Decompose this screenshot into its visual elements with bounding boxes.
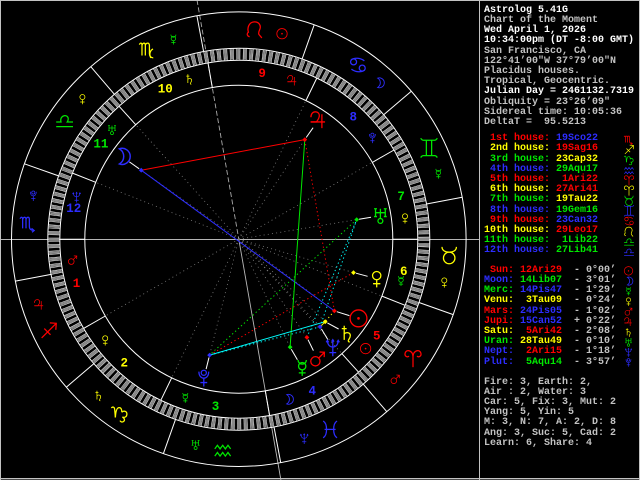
svg-text:10: 10 [158, 82, 173, 96]
svg-text:7: 7 [397, 190, 405, 204]
svg-text:12: 12 [66, 202, 81, 216]
svg-text:11: 11 [93, 138, 108, 152]
svg-text:4: 4 [309, 385, 317, 399]
svg-text:5: 5 [373, 330, 381, 344]
svg-text:1: 1 [73, 277, 81, 291]
svg-text:2: 2 [121, 356, 129, 370]
svg-text:3: 3 [212, 400, 220, 414]
svg-text:9: 9 [258, 67, 266, 81]
svg-text:8: 8 [350, 111, 358, 125]
